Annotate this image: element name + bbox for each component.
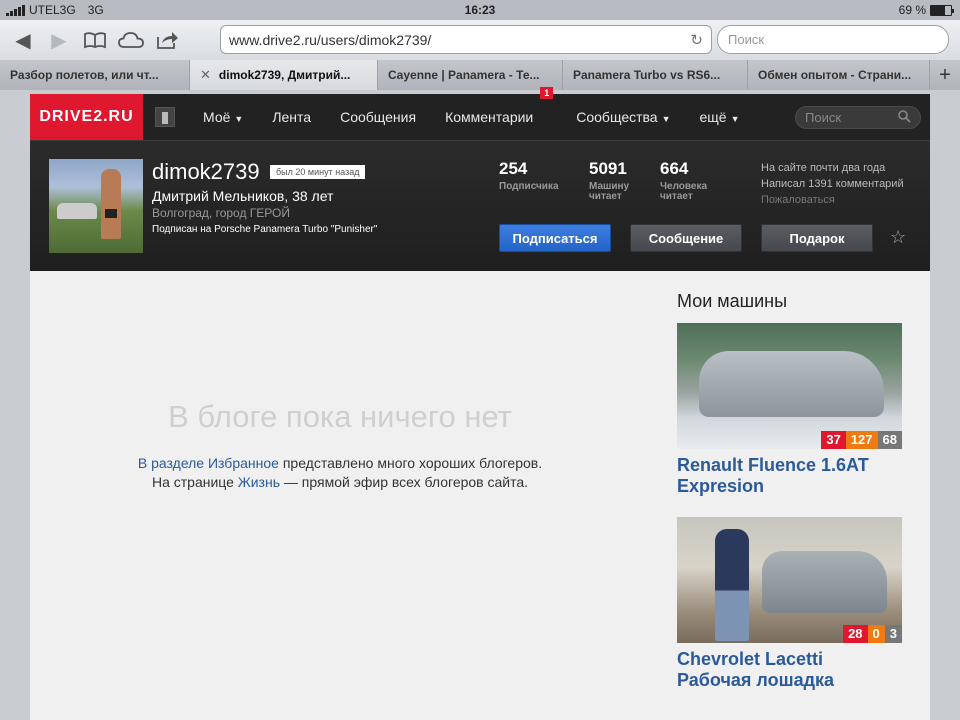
message-button[interactable]: Сообщение (630, 224, 742, 252)
city: Волгоград, город ГЕРОЙ (152, 206, 291, 220)
reload-icon[interactable]: ↻ (690, 31, 703, 49)
profile-info: На сайте почти два года Написал 1391 ком… (761, 162, 904, 208)
battery-icon (930, 4, 954, 16)
last-seen-badge: был 20 минут назад (270, 165, 366, 179)
full-name: Дмитрий Мельников, 38 лет (152, 188, 334, 204)
car-card[interactable]: 28 0 3 Chevrolet Lacetti Рабочая лошадка (677, 517, 902, 691)
browser-tabs: Разбор полетов, или чт... ✕ dimok2739, Дм… (0, 60, 960, 90)
site-logo[interactable]: DRIVE2.RU (30, 94, 143, 140)
car-scores: 28 0 3 (843, 625, 902, 643)
tab-5[interactable]: Обмен опытом - Страни... (748, 60, 930, 90)
empty-blog-title: В блоге пока ничего нет (168, 399, 512, 434)
person-shape (715, 529, 749, 641)
web-page: DRIVE2.RU Моё ▼ Лента Сообщения Комментар… (30, 87, 930, 720)
car-name-link[interactable]: Chevrolet Lacetti Рабочая лошадка (677, 649, 902, 691)
caret-down-icon: ▼ (661, 114, 671, 124)
notification-badge: 1 (540, 87, 554, 99)
search-icon[interactable] (898, 109, 911, 126)
icloud-icon[interactable] (113, 25, 149, 55)
site-header: DRIVE2.RU Моё ▼ Лента Сообщения Комментар… (30, 87, 930, 140)
nav-my[interactable]: Моё ▼ (203, 109, 243, 125)
caret-down-icon: ▼ (234, 114, 244, 124)
new-tab-button[interactable]: + (930, 60, 960, 90)
avatar-person-shape (101, 169, 121, 239)
back-icon[interactable]: ◀ (5, 25, 41, 55)
username: dimok2739 (152, 159, 260, 184)
tab-1[interactable]: Разбор полетов, или чт... (0, 60, 190, 90)
car-card[interactable]: 37 127 68 Renault Fluence 1.6AT Expresio… (677, 323, 902, 497)
nav-more[interactable]: ещё ▼ (700, 109, 740, 125)
star-icon[interactable]: ☆ (890, 227, 906, 248)
site-search-input[interactable]: Поиск (795, 106, 921, 129)
caret-down-icon: ▼ (730, 114, 740, 124)
url-text: www.drive2.ru/users/dimok2739/ (229, 31, 432, 48)
signal-icon (6, 4, 25, 16)
favorites-link[interactable]: В разделе Избранное (138, 455, 279, 471)
car-photo[interactable]: 37 127 68 (677, 323, 902, 449)
carrier-name: UTEL3G (29, 3, 76, 17)
main-content: В блоге пока ничего нет В разделе Избран… (30, 271, 930, 720)
forward-icon[interactable]: ▶ (41, 25, 77, 55)
main-nav: Моё ▼ Лента Сообщения Комментарии 1 Сообще… (203, 87, 769, 125)
bookmarks-icon[interactable] (77, 25, 113, 55)
tab-2-active[interactable]: ✕ dimok2739, Дмитрий... (190, 60, 378, 90)
complain-link[interactable]: Пожаловаться (761, 192, 904, 208)
avatar[interactable] (49, 159, 143, 253)
life-link[interactable]: Жизнь (238, 474, 280, 490)
car-photo[interactable]: 28 0 3 (677, 517, 902, 643)
battery-percent: 69 % (898, 3, 926, 17)
subscribed-to: Подписан на Porsche Panamera Turbo "Puni… (152, 224, 378, 235)
ios-status-bar: UTEL3G 3G 16:23 69 % (0, 0, 960, 20)
network-type: 3G (87, 3, 104, 17)
stat-people-read[interactable]: 664 Человека читает (660, 159, 707, 202)
share-icon[interactable] (149, 25, 185, 55)
car-name-link[interactable]: Renault Fluence 1.6AT Expresion (677, 455, 902, 497)
car-scores: 37 127 68 (821, 431, 902, 449)
stat-cars-read[interactable]: 5091 Машину читает (589, 159, 629, 202)
tab-3[interactable]: Cayenne | Panamera - Те... (378, 60, 563, 90)
garage-icon[interactable] (155, 107, 175, 127)
clock: 16:23 (464, 3, 496, 17)
nav-messages[interactable]: Сообщения (340, 109, 416, 125)
car-body-shape (762, 551, 887, 613)
nav-feed[interactable]: Лента (272, 109, 311, 125)
avatar-car-shape (57, 203, 97, 219)
subscribe-button[interactable]: Подписаться (499, 224, 611, 252)
tab-4[interactable]: Panamera Turbo vs RS6... (563, 60, 748, 90)
nav-communities[interactable]: Сообщества ▼ (576, 109, 670, 125)
empty-blog-text: В разделе Избранное представлено много х… (137, 455, 543, 490)
close-tab-icon[interactable]: ✕ (200, 67, 211, 83)
browser-search-input[interactable]: Поиск (717, 25, 949, 54)
gift-button[interactable]: Подарок (761, 224, 873, 252)
my-cars-title: Мои машины (677, 291, 788, 311)
browser-toolbar: ◀ ▶ www.drive2.ru/users/dimok2739/ ↻ Пои… (0, 20, 960, 60)
address-bar[interactable]: www.drive2.ru/users/dimok2739/ ↻ (220, 25, 712, 54)
car-body-shape (699, 351, 884, 417)
nav-comments[interactable]: Комментарии 1 (445, 87, 554, 125)
stat-followers[interactable]: 254 Подписчика (499, 159, 559, 192)
